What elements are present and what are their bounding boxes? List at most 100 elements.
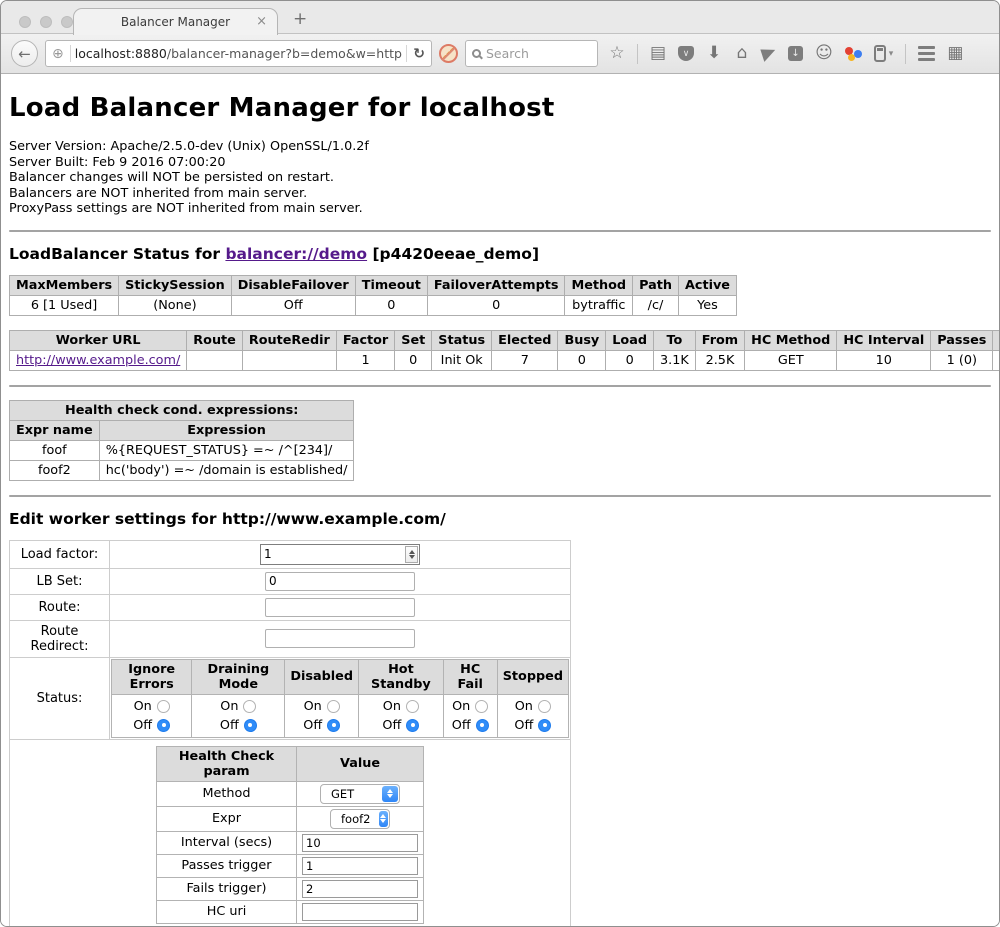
table-header-row: Worker URL Route RouteRedir Factor Set S… (10, 330, 1000, 350)
param-label: Passes trigger (157, 854, 297, 877)
reload-icon[interactable]: ↻ (411, 46, 427, 62)
back-button[interactable]: ← (11, 40, 38, 67)
status-header-row: Ignore Errors Draining Mode Disabled Hot… (112, 659, 569, 694)
tab-close-icon[interactable]: × (256, 15, 267, 28)
balancer-status-heading: LoadBalancer Status for balancer://demo … (9, 245, 991, 263)
form-row-lb-set: LB Set: (10, 568, 571, 594)
health-check-cell: Health Check param Value Method GET Expr (10, 739, 571, 926)
search-bar[interactable] (465, 40, 598, 67)
radio-stopped-off[interactable] (538, 719, 551, 732)
column-header: Draining Mode (192, 659, 285, 694)
clipboard-icon[interactable]: ▤ (650, 45, 666, 62)
cell-routeredir (242, 350, 336, 370)
tab-balancer-manager[interactable]: Balancer Manager × (73, 8, 278, 35)
downloads-icon[interactable]: ⬇ (706, 45, 722, 62)
minimize-window-button[interactable] (40, 16, 52, 28)
window-controls[interactable] (19, 16, 73, 28)
field-label: Route: (10, 594, 110, 620)
chevron-down-icon[interactable]: ▾ (889, 49, 894, 59)
expressions-table-title: Health check cond. expressions: (10, 400, 354, 420)
radio-ignore-errors-on[interactable] (157, 700, 170, 713)
cell-worker-url: http://www.example.com/ (10, 350, 187, 370)
new-tab-button[interactable]: + (293, 9, 307, 29)
param-value-cell (297, 900, 424, 923)
radio-ignore-errors-off[interactable] (157, 719, 170, 732)
load-factor-input[interactable] (261, 547, 405, 561)
column-header: HC Interval (837, 330, 931, 350)
site-globe-icon: ⊕ (50, 46, 66, 62)
method-select[interactable]: GET (320, 784, 400, 804)
divider (406, 45, 407, 62)
column-header: Fails (993, 330, 999, 350)
field-cell (110, 568, 571, 594)
tab-title: Balancer Manager (121, 15, 230, 29)
column-header: Disabled (285, 659, 359, 694)
cell-hc-interval: 10 (837, 350, 931, 370)
url-path: /balancer-manager?b=demo&w=http://www.ex… (167, 46, 402, 61)
pocket-icon[interactable]: ∨ (678, 46, 694, 61)
radio-hot-standby-off[interactable] (406, 719, 419, 732)
column-header: Busy (558, 330, 606, 350)
edit-worker-heading: Edit worker settings for http://www.exam… (9, 510, 991, 528)
server-built-line: Server Built: Feb 9 2016 07:00:20 (9, 155, 991, 171)
battery-extension-icon[interactable] (874, 45, 886, 62)
expressions-table: Health check cond. expressions: Expr nam… (9, 400, 354, 481)
lb-set-input[interactable] (265, 572, 415, 591)
save-page-icon[interactable]: ↓ (788, 46, 803, 61)
column-header: Timeout (355, 275, 427, 295)
param-value-cell (297, 831, 424, 854)
column-header: From (695, 330, 744, 350)
tab-grid-icon[interactable]: ▦ (947, 45, 963, 62)
radio-stopped-on[interactable] (538, 700, 551, 713)
interval-input[interactable] (302, 834, 418, 852)
search-input[interactable] (486, 46, 576, 61)
radio-hot-standby-on[interactable] (406, 700, 419, 713)
radio-hc-fail-on[interactable] (475, 700, 488, 713)
bookmark-star-icon[interactable]: ☆ (609, 45, 625, 62)
radio-label: Off (220, 716, 239, 735)
radio-disabled-on[interactable] (327, 700, 340, 713)
radio-label: On (515, 697, 533, 716)
column-header: Expression (99, 420, 354, 440)
adblocker-icon[interactable] (439, 44, 458, 63)
radio-draining-mode-on[interactable] (243, 700, 256, 713)
send-tab-icon[interactable] (760, 45, 777, 62)
radio-hc-fail-off[interactable] (476, 719, 489, 732)
worker-url-link[interactable]: http://www.example.com/ (16, 353, 180, 368)
column-header: DisableFailover (231, 275, 355, 295)
expr-select[interactable]: foof2 (330, 809, 390, 829)
form-row-load-factor: Load factor: (10, 540, 571, 568)
page-title: Load Balancer Manager for localhost (9, 93, 991, 123)
hc-row-fails: Fails trigger) (157, 877, 424, 900)
extension-dots-icon[interactable] (845, 46, 862, 62)
navigation-toolbar: ← ⊕ localhost:8880/balancer-manager?b=de… (1, 34, 999, 74)
field-cell (110, 540, 571, 568)
home-icon[interactable]: ⌂ (734, 45, 750, 62)
url-text[interactable]: localhost:8880/balancer-manager?b=demo&w… (75, 46, 403, 61)
balancer-demo-link[interactable]: balancer://demo (225, 245, 367, 263)
column-header: RouteRedir (242, 330, 336, 350)
url-bar[interactable]: ⊕ localhost:8880/balancer-manager?b=demo… (45, 40, 432, 67)
param-label: Method (157, 781, 297, 806)
field-label: Route Redirect: (10, 620, 110, 657)
table-row: foof2 hc('body') =~ /domain is establish… (10, 460, 354, 480)
column-header: HC Fail (443, 659, 497, 694)
route-input[interactable] (265, 598, 415, 617)
fails-input[interactable] (302, 880, 418, 898)
load-factor-field[interactable] (260, 544, 420, 565)
cell-expr-name: foof (10, 440, 100, 460)
passes-input[interactable] (302, 857, 418, 875)
close-window-button[interactable] (19, 16, 31, 28)
number-stepper-icon[interactable] (405, 546, 418, 563)
hc-uri-input[interactable] (302, 903, 418, 921)
cell-expression: hc('body') =~ /domain is established/ (99, 460, 354, 480)
menu-icon[interactable] (918, 46, 935, 61)
zoom-window-button[interactable] (61, 16, 73, 28)
chat-smiley-icon[interactable]: ☺ (815, 45, 833, 62)
column-header: Value (297, 746, 424, 781)
route-redirect-input[interactable] (265, 629, 415, 648)
worker-table: Worker URL Route RouteRedir Factor Set S… (9, 330, 999, 371)
radio-disabled-off[interactable] (327, 719, 340, 732)
radio-draining-mode-off[interactable] (244, 719, 257, 732)
status-cell-hc-fail: On Off (443, 694, 497, 737)
